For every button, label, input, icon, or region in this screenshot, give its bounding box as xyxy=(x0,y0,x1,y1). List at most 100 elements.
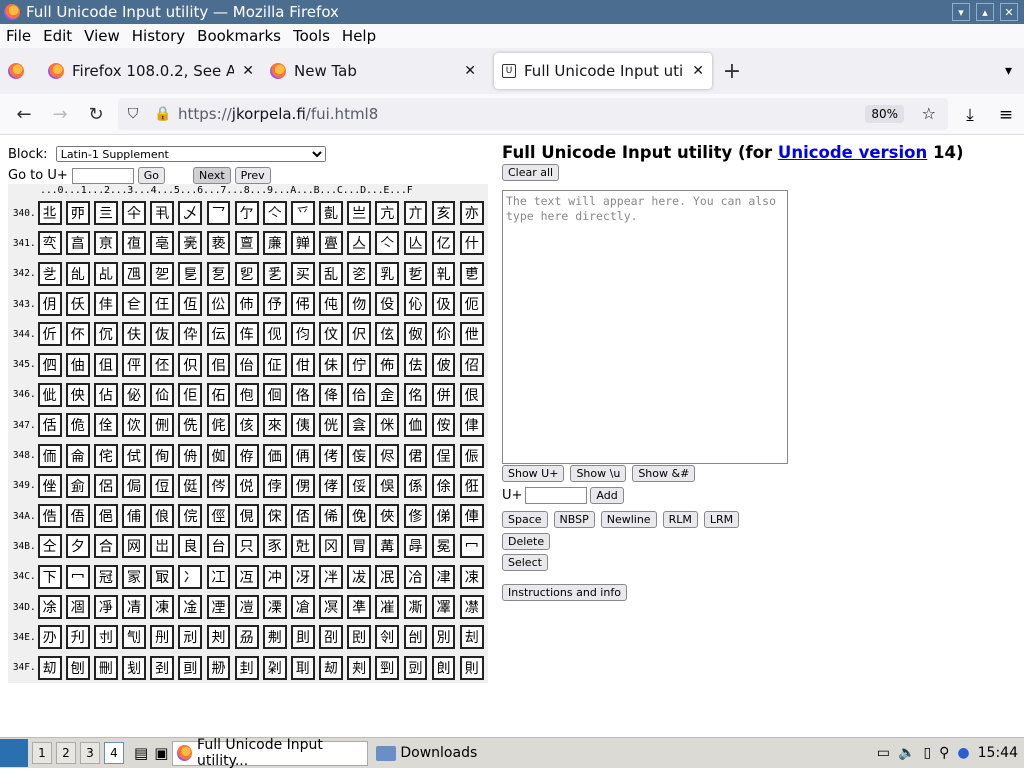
char-cell[interactable]: 佈 xyxy=(375,352,400,377)
char-cell[interactable]: 佮 xyxy=(347,382,372,407)
alert-icon[interactable]: ● xyxy=(957,745,969,761)
char-cell[interactable]: 則 xyxy=(459,655,484,680)
char-cell[interactable]: 买 xyxy=(290,261,315,286)
char-cell[interactable]: 侻 xyxy=(234,473,259,498)
char-cell[interactable]: 亥 xyxy=(431,201,456,226)
char-cell[interactable]: 乫 xyxy=(150,261,175,286)
char-cell[interactable]: 豕 xyxy=(262,534,287,559)
char-cell[interactable]: 侰 xyxy=(403,443,428,468)
char-cell[interactable]: 丮 xyxy=(150,201,175,226)
char-cell[interactable]: 亾 xyxy=(403,231,428,256)
char-cell[interactable]: 夕 xyxy=(65,534,90,559)
download-icon[interactable]: ⤓ xyxy=(952,105,988,125)
back-arrow-icon[interactable]: ← xyxy=(6,104,42,125)
workspace-1[interactable]: 1 xyxy=(32,742,52,764)
char-cell[interactable]: 刦 xyxy=(459,625,484,650)
char-cell[interactable]: 凗 xyxy=(375,595,400,619)
char-cell[interactable]: 亶 xyxy=(234,231,259,256)
char-cell[interactable]: 冿 xyxy=(431,564,456,589)
char-cell[interactable]: 冣 xyxy=(150,564,175,589)
char-cell[interactable]: 乊 xyxy=(290,201,315,226)
char-cell[interactable]: 侇 xyxy=(290,413,315,438)
char-cell[interactable]: 俤 xyxy=(431,504,456,529)
char-cell[interactable]: 佦 xyxy=(206,382,231,407)
char-cell[interactable]: 刔 xyxy=(206,625,231,650)
char-cell[interactable]: 乪 xyxy=(122,261,146,286)
char-cell[interactable]: 伒 xyxy=(37,322,62,347)
close-tab-icon[interactable]: ✕ xyxy=(684,63,704,79)
char-cell[interactable]: 乩 xyxy=(94,261,118,286)
char-cell[interactable]: 伈 xyxy=(403,292,428,317)
char-cell[interactable]: 冖 xyxy=(459,534,484,559)
char-cell[interactable]: 凍 xyxy=(150,595,175,619)
char-cell[interactable]: 岀 xyxy=(150,534,175,559)
char-cell[interactable]: 侼 xyxy=(262,473,287,498)
char-cell[interactable]: 亴 xyxy=(178,231,203,256)
char-cell[interactable]: 刼 xyxy=(319,655,343,680)
char-cell[interactable]: 仴 xyxy=(37,292,62,317)
lrm-button[interactable]: LRM xyxy=(703,511,740,528)
char-cell[interactable]: 伹 xyxy=(94,352,118,377)
char-cell[interactable]: 佋 xyxy=(459,352,484,377)
char-cell[interactable]: 剅 xyxy=(403,655,428,680)
char-cell[interactable]: 侘 xyxy=(94,443,118,468)
char-cell[interactable]: 亹 xyxy=(319,231,343,256)
char-cell[interactable]: 俇 xyxy=(459,473,484,498)
char-cell[interactable]: 侖 xyxy=(65,443,90,468)
network-icon[interactable]: ⚲ xyxy=(939,745,949,761)
char-cell[interactable]: 侽 xyxy=(290,473,315,498)
char-cell[interactable]: 伜 xyxy=(178,322,203,347)
char-cell[interactable]: 俈 xyxy=(37,504,62,529)
char-cell[interactable]: 刯 xyxy=(178,655,203,680)
char-cell[interactable]: 佢 xyxy=(178,382,203,407)
char-cell[interactable]: 仹 xyxy=(94,292,118,317)
char-cell[interactable]: 仝 xyxy=(37,534,62,559)
show-amp-button[interactable]: Show &# xyxy=(632,465,696,482)
char-cell[interactable]: 侒 xyxy=(431,413,456,438)
char-cell[interactable]: 凊 xyxy=(122,595,146,619)
char-cell[interactable]: 凕 xyxy=(319,595,343,619)
tab-firefox-release[interactable]: Firefox 108.0.2, See All N ✕ xyxy=(40,53,262,89)
char-cell[interactable]: 刕 xyxy=(234,625,259,650)
next-button[interactable]: Next xyxy=(193,167,231,184)
char-cell[interactable]: 刜 xyxy=(262,625,287,650)
char-cell[interactable]: 併 xyxy=(431,382,456,407)
char-cell[interactable]: 亽 xyxy=(375,231,400,256)
char-cell[interactable]: 仐 xyxy=(122,201,146,226)
char-cell[interactable]: 侟 xyxy=(234,443,259,468)
close-tab-icon[interactable]: ✕ xyxy=(234,63,254,79)
char-cell[interactable]: 凘 xyxy=(403,595,428,619)
notes-icon[interactable]: ▯ xyxy=(923,745,931,761)
url-text[interactable]: https://jkorpela.fi/fui.html8 xyxy=(178,105,378,123)
char-cell[interactable]: 亇 xyxy=(234,201,259,226)
char-cell[interactable]: 仾 xyxy=(178,292,203,317)
char-cell[interactable]: 來 xyxy=(262,413,287,438)
char-cell[interactable]: 侚 xyxy=(150,443,175,468)
char-cell[interactable]: 伖 xyxy=(150,322,175,347)
char-cell[interactable]: 俍 xyxy=(150,504,175,529)
char-cell[interactable]: 侂 xyxy=(206,413,231,438)
char-cell[interactable]: 刡 xyxy=(347,625,372,650)
char-cell[interactable]: 亳 xyxy=(150,231,175,256)
char-cell[interactable]: 冕 xyxy=(431,534,456,559)
char-cell[interactable]: 凖 xyxy=(347,595,372,619)
char-cell[interactable]: 侤 xyxy=(319,443,343,468)
char-cell[interactable]: 剆 xyxy=(431,655,456,680)
char-cell[interactable]: 刣 xyxy=(403,625,428,650)
char-cell[interactable]: 冱 xyxy=(234,564,259,589)
char-cell[interactable]: 冴 xyxy=(290,564,315,589)
char-cell[interactable]: 仼 xyxy=(150,292,175,317)
char-cell[interactable]: 冾 xyxy=(403,564,428,589)
char-cell[interactable]: 佭 xyxy=(319,382,343,407)
char-cell[interactable]: 侞 xyxy=(206,443,231,468)
char-cell[interactable]: 伔 xyxy=(94,322,118,347)
char-cell[interactable]: 凈 xyxy=(94,595,118,619)
volume-icon[interactable]: 🔈 xyxy=(898,745,915,761)
char-cell[interactable]: 亼 xyxy=(347,231,372,256)
unicode-version-link[interactable]: Unicode version xyxy=(778,143,927,162)
close-window-icon[interactable]: ✕ xyxy=(1000,3,1018,21)
char-cell[interactable]: 佱 xyxy=(375,382,400,407)
char-cell[interactable]: 侱 xyxy=(431,443,456,468)
zoom-level[interactable]: 80% xyxy=(865,105,904,123)
char-cell[interactable]: 伾 xyxy=(150,352,175,377)
